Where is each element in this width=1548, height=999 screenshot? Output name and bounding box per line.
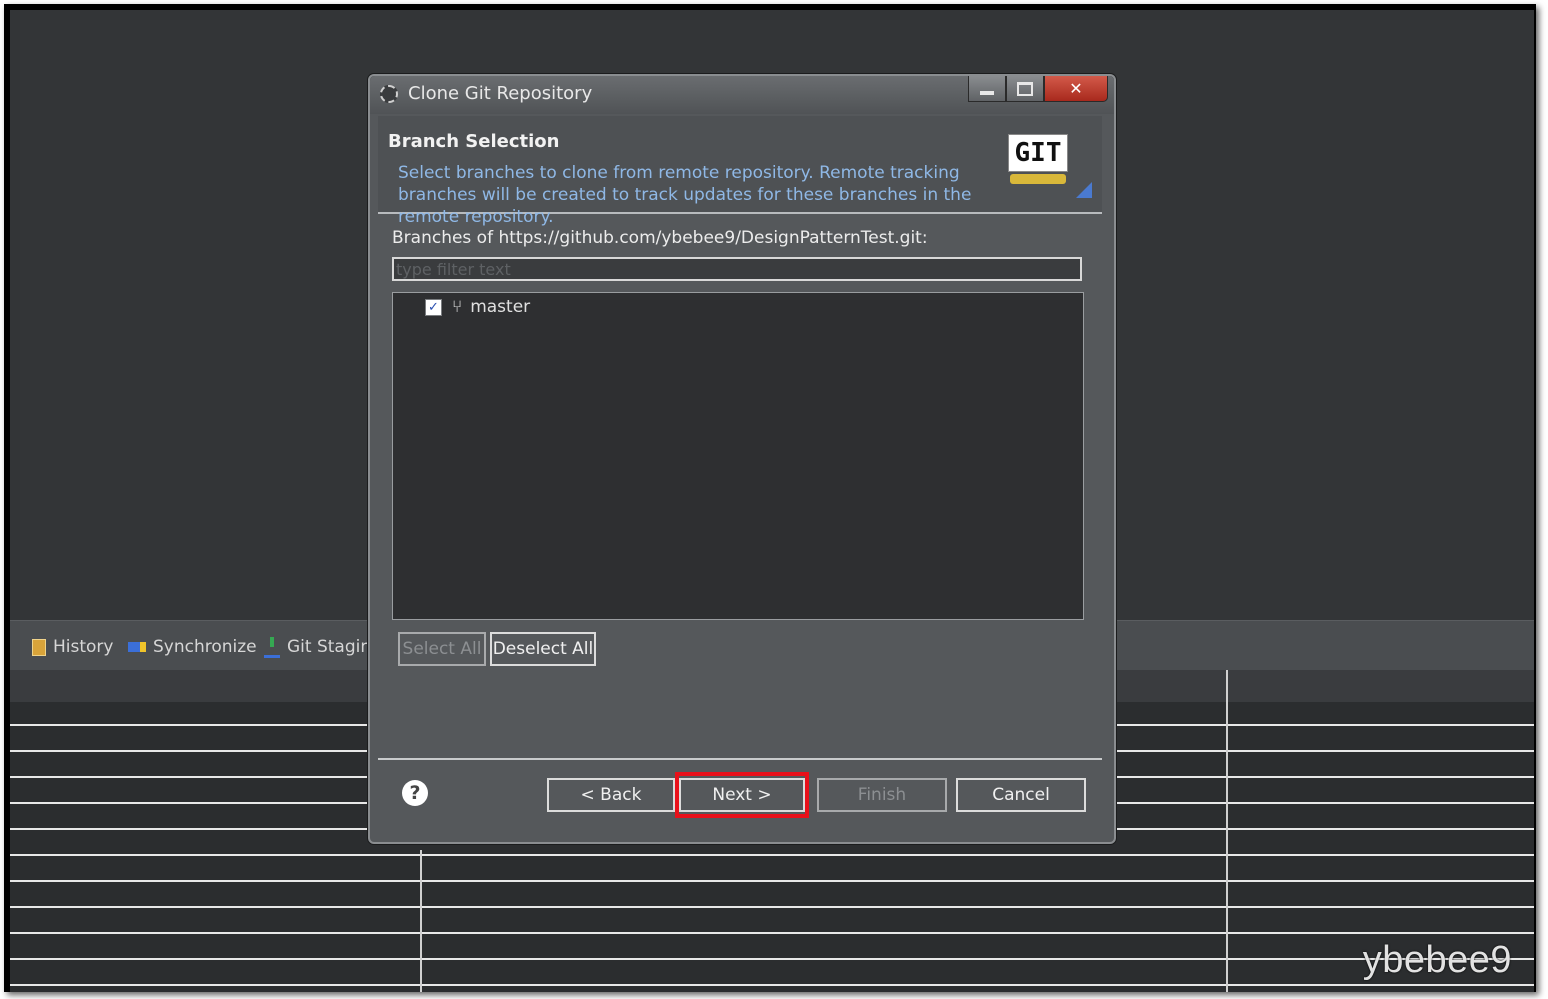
finish-button[interactable]: Finish — [817, 778, 947, 812]
table-row — [10, 984, 1534, 986]
branch-icon: ⑂ — [452, 297, 463, 317]
table-row — [10, 854, 1534, 856]
select-all-button[interactable]: Select All — [398, 632, 486, 666]
git-pipe-icon — [1010, 174, 1066, 184]
page-title: Branch Selection — [388, 131, 560, 152]
branch-name: master — [470, 297, 531, 317]
deselect-all-button[interactable]: Deselect All — [490, 632, 596, 666]
help-icon[interactable]: ? — [402, 780, 428, 806]
tab-synchronize-label: Synchronize — [153, 637, 257, 657]
cancel-button[interactable]: Cancel — [956, 778, 1086, 812]
wizard-header: Branch Selection Select branches to clon… — [378, 116, 1102, 227]
table-row — [10, 932, 1534, 934]
filter-input[interactable] — [392, 257, 1082, 281]
table-row — [10, 906, 1534, 908]
close-button[interactable]: ✕ — [1044, 76, 1108, 102]
window-controls: ✕ — [968, 76, 1108, 104]
branch-tree: ✓ ⑂ master — [392, 292, 1084, 620]
history-icon — [32, 638, 46, 656]
tab-history-label: History — [53, 637, 114, 657]
branch-checkbox[interactable]: ✓ — [425, 298, 442, 316]
table-column-divider — [420, 850, 422, 992]
tab-synchronize[interactable]: Synchronize — [128, 635, 257, 659]
synchronize-icon — [128, 642, 146, 652]
wizard-content: Branches of https://github.com/ybebee9/D… — [378, 214, 1102, 758]
watermark: ybebee9 — [1362, 939, 1512, 981]
git-logo: GIT — [1008, 134, 1068, 172]
gear-icon — [380, 85, 398, 103]
table-row — [10, 958, 1534, 960]
table-row — [10, 880, 1534, 882]
maximize-icon — [1017, 81, 1033, 96]
footer-separator — [378, 758, 1102, 760]
clone-git-repository-dialog: Clone Git Repository ✕ Branch Selection … — [368, 74, 1116, 844]
back-button[interactable]: < Back — [547, 778, 675, 812]
dialog-titlebar[interactable]: Clone Git Repository ✕ — [370, 76, 1114, 114]
minimize-icon — [980, 90, 994, 95]
git-staging-icon — [264, 636, 280, 658]
minimize-button[interactable] — [968, 76, 1006, 102]
wizard-corner-icon — [1076, 182, 1092, 198]
maximize-button[interactable] — [1006, 76, 1044, 102]
tab-history[interactable]: History — [32, 635, 113, 659]
next-button[interactable]: Next > — [679, 778, 805, 812]
tab-git-staging[interactable]: Git Staging — [264, 635, 382, 659]
table-column-divider — [1226, 670, 1228, 992]
close-icon: ✕ — [1069, 79, 1083, 98]
branch-item-master[interactable]: ✓ ⑂ master — [425, 297, 530, 317]
dialog-title: Clone Git Repository — [408, 83, 593, 104]
branches-label: Branches of https://github.com/ybebee9/D… — [392, 228, 928, 248]
